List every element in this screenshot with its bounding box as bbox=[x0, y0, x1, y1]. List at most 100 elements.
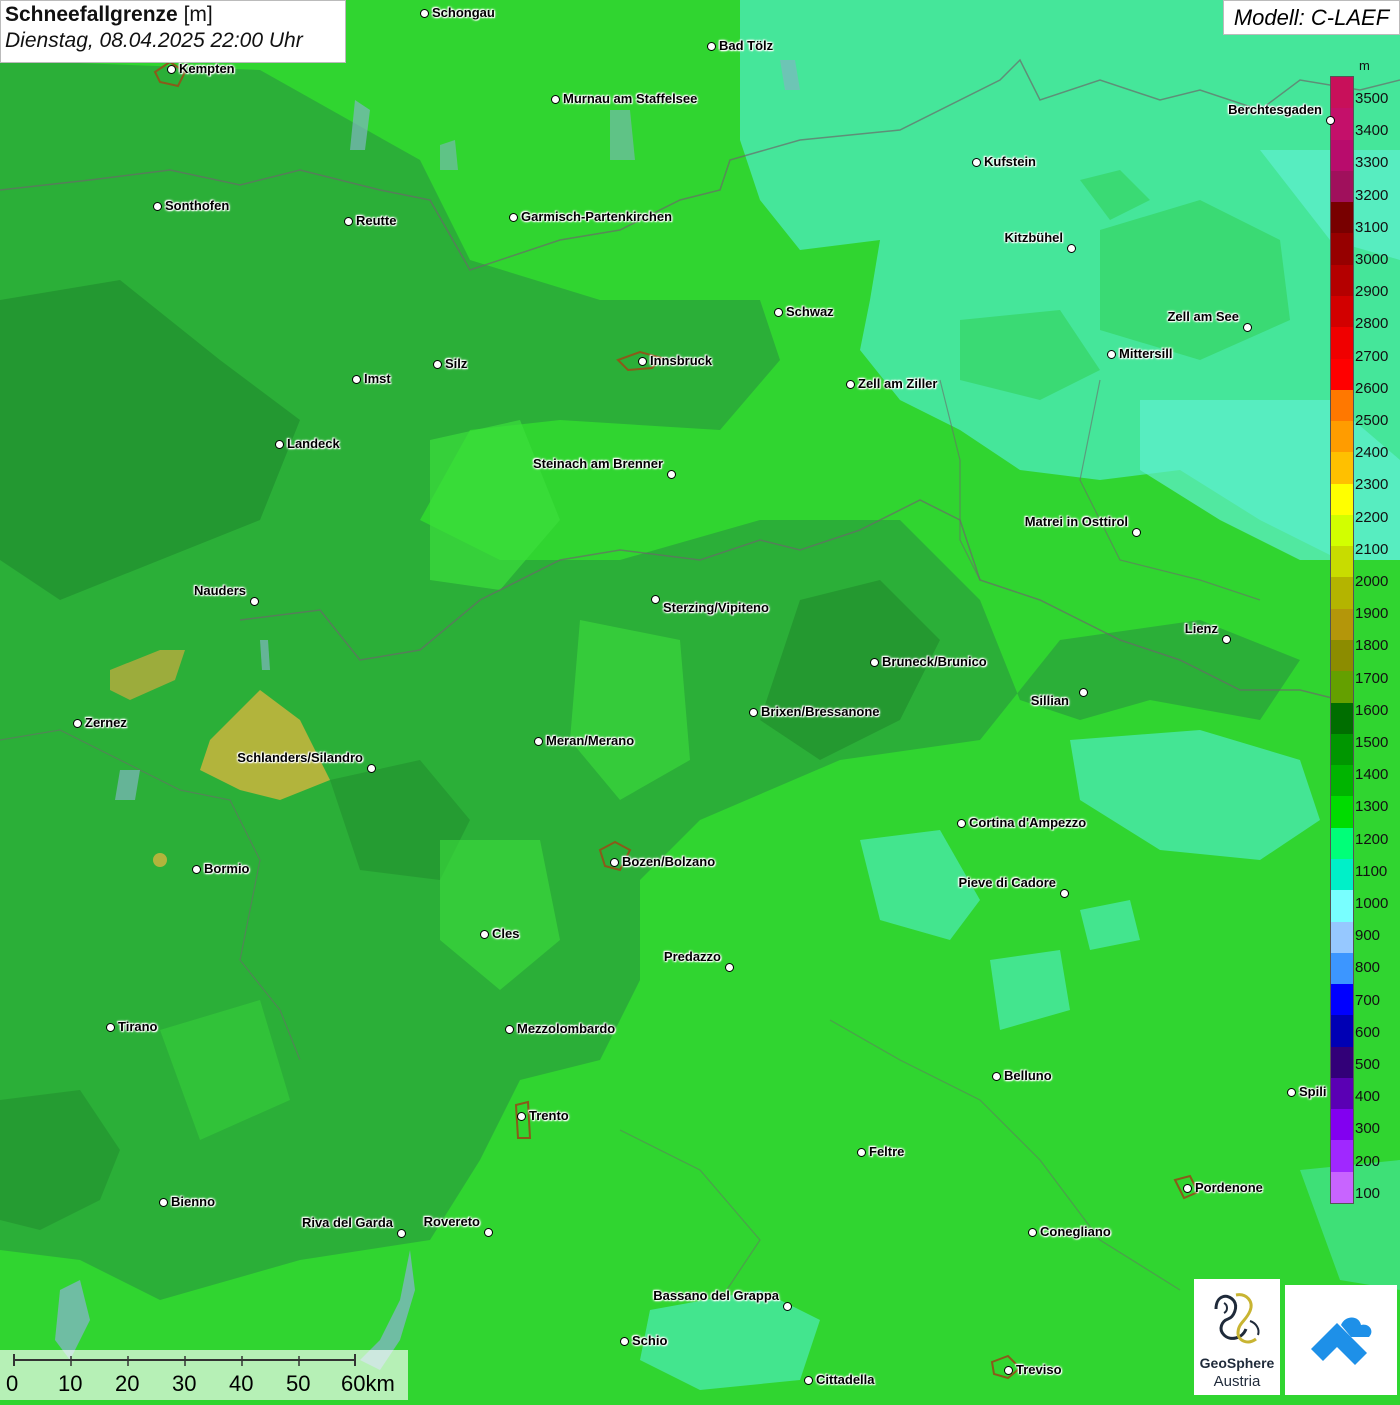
city-marker bbox=[1222, 635, 1231, 644]
legend-color-swatch bbox=[1331, 577, 1353, 610]
scale-label: 0 bbox=[6, 1371, 19, 1396]
city-label: Kitzbühel bbox=[1004, 230, 1064, 245]
legend-color-swatch bbox=[1331, 1140, 1353, 1173]
city-label: Schlanders/Silandro bbox=[237, 750, 363, 765]
city-label: Lienz bbox=[1184, 621, 1218, 636]
weather-app-logo[interactable] bbox=[1285, 1285, 1397, 1395]
city-label: Feltre bbox=[869, 1144, 905, 1159]
legend-color-swatch bbox=[1331, 984, 1353, 1016]
legend-tick-label: 2700 bbox=[1355, 347, 1389, 365]
legend-color-swatch bbox=[1331, 608, 1353, 641]
scale-label: 30 bbox=[172, 1371, 197, 1396]
city-label: Nauders bbox=[193, 583, 246, 598]
legend-color-swatch bbox=[1331, 1046, 1353, 1079]
city-marker bbox=[551, 95, 560, 104]
city-marker bbox=[620, 1337, 629, 1346]
map-datetime: Dienstag, 08.04.2025 22:00 Uhr bbox=[5, 29, 303, 52]
city-marker bbox=[1243, 323, 1252, 332]
legend-tick-label: 400 bbox=[1355, 1088, 1381, 1106]
legend-tick-label: 200 bbox=[1355, 1152, 1381, 1170]
legend-color-swatch bbox=[1331, 640, 1353, 672]
city-label: Zernez bbox=[85, 715, 127, 730]
city-marker bbox=[667, 470, 676, 479]
legend-colorbar bbox=[1330, 76, 1354, 1204]
city-label: Steinach am Brenner bbox=[532, 456, 663, 471]
color-legend: m 3500 3400 3300 3200 3100 3000 2900 2800 2700 26… bbox=[1329, 58, 1400, 1208]
city-label: Berchtesgaden bbox=[1228, 102, 1322, 117]
city-label: Silz bbox=[445, 356, 468, 371]
city-marker bbox=[1079, 688, 1088, 697]
legend-tick-label: 1100 bbox=[1355, 862, 1388, 880]
scale-label: 20 bbox=[115, 1371, 140, 1396]
legend-color-swatch bbox=[1331, 671, 1353, 704]
legend-tick-label: 1800 bbox=[1355, 637, 1389, 655]
city-marker bbox=[707, 42, 716, 51]
legend-tick-label: 3000 bbox=[1355, 251, 1389, 268]
legend-tick-label: 2400 bbox=[1355, 444, 1389, 462]
city-marker bbox=[1004, 1366, 1013, 1375]
legend-color-swatch bbox=[1331, 170, 1353, 203]
legend-tick-label: 3400 bbox=[1355, 122, 1389, 140]
city-label: Sonthofen bbox=[165, 198, 230, 213]
city-label: Schio bbox=[632, 1333, 668, 1348]
legend-tick-label: 1300 bbox=[1355, 798, 1389, 816]
legend-color-swatch bbox=[1331, 1171, 1353, 1204]
city-marker bbox=[106, 1023, 115, 1032]
legend-tick-label: 1500 bbox=[1355, 734, 1389, 751]
legend-color-swatch bbox=[1331, 796, 1353, 829]
city-label: Brixen/Bressanone bbox=[761, 704, 880, 719]
city-marker bbox=[846, 380, 855, 389]
city-label: Pieve di Cadore bbox=[958, 875, 1056, 890]
city-label: Schongau bbox=[432, 5, 495, 20]
city-label: Bruneck/Brunico bbox=[882, 654, 987, 669]
city-label: Zell am See bbox=[1167, 309, 1239, 324]
city-marker bbox=[397, 1229, 406, 1238]
legend-color-swatch bbox=[1331, 202, 1353, 234]
city-label: Meran/Merano bbox=[546, 733, 635, 748]
legend-color-swatch bbox=[1331, 733, 1353, 766]
city-marker bbox=[651, 595, 660, 604]
legend-color-swatch bbox=[1331, 327, 1353, 359]
legend-color-swatch bbox=[1331, 389, 1353, 422]
legend-tick-label: 2800 bbox=[1355, 315, 1389, 333]
legend-color-swatch bbox=[1331, 858, 1353, 891]
city-marker bbox=[1326, 116, 1335, 125]
city-label: Innsbruck bbox=[650, 353, 713, 368]
city-marker bbox=[420, 9, 429, 18]
legend-tick-label: 2500 bbox=[1355, 412, 1389, 429]
legend-color-swatch bbox=[1331, 546, 1353, 578]
city-label: Reutte bbox=[356, 213, 397, 228]
city-label: Matrei in Osttirol bbox=[1024, 514, 1128, 529]
city-label: Spili bbox=[1299, 1084, 1327, 1099]
city-label: Bozen/Bolzano bbox=[622, 854, 716, 869]
legend-tick-label: 1700 bbox=[1355, 669, 1389, 687]
scale-label: 60km bbox=[341, 1371, 395, 1396]
geosphere-name: GeoSphere bbox=[1199, 1355, 1275, 1371]
city-label: Cortina d'Ampezzo bbox=[969, 815, 1087, 830]
city-marker bbox=[534, 737, 543, 746]
legend-color-swatch bbox=[1331, 827, 1353, 860]
legend-color-swatch bbox=[1331, 765, 1353, 797]
city-label: Landeck bbox=[287, 436, 340, 451]
city-marker bbox=[344, 217, 353, 226]
city-marker bbox=[509, 213, 518, 222]
legend-color-swatch bbox=[1331, 514, 1353, 547]
legend-tick-label: 2200 bbox=[1355, 508, 1389, 526]
city-label: Tirano bbox=[118, 1019, 158, 1034]
city-label: Murnau am Staffelsee bbox=[563, 91, 698, 106]
city-marker bbox=[433, 360, 442, 369]
legend-tick-label: 3200 bbox=[1355, 186, 1389, 204]
scale-label: 10 bbox=[58, 1371, 83, 1396]
city-marker bbox=[517, 1112, 526, 1121]
legend-tick-label: 2900 bbox=[1355, 283, 1389, 301]
legend-tick-label: 3300 bbox=[1355, 154, 1389, 172]
legend-color-swatch bbox=[1331, 421, 1353, 453]
city-marker bbox=[610, 858, 619, 867]
legend-color-swatch bbox=[1331, 358, 1353, 391]
geosphere-logo[interactable]: GeoSphere Austria bbox=[1194, 1279, 1280, 1395]
legend-tick-label: 900 bbox=[1355, 927, 1381, 945]
city-marker bbox=[774, 308, 783, 317]
legend-color-swatch bbox=[1331, 77, 1353, 109]
city-label: Bassano del Grappa bbox=[653, 1288, 779, 1303]
city-label: Mezzolombardo bbox=[517, 1021, 616, 1036]
